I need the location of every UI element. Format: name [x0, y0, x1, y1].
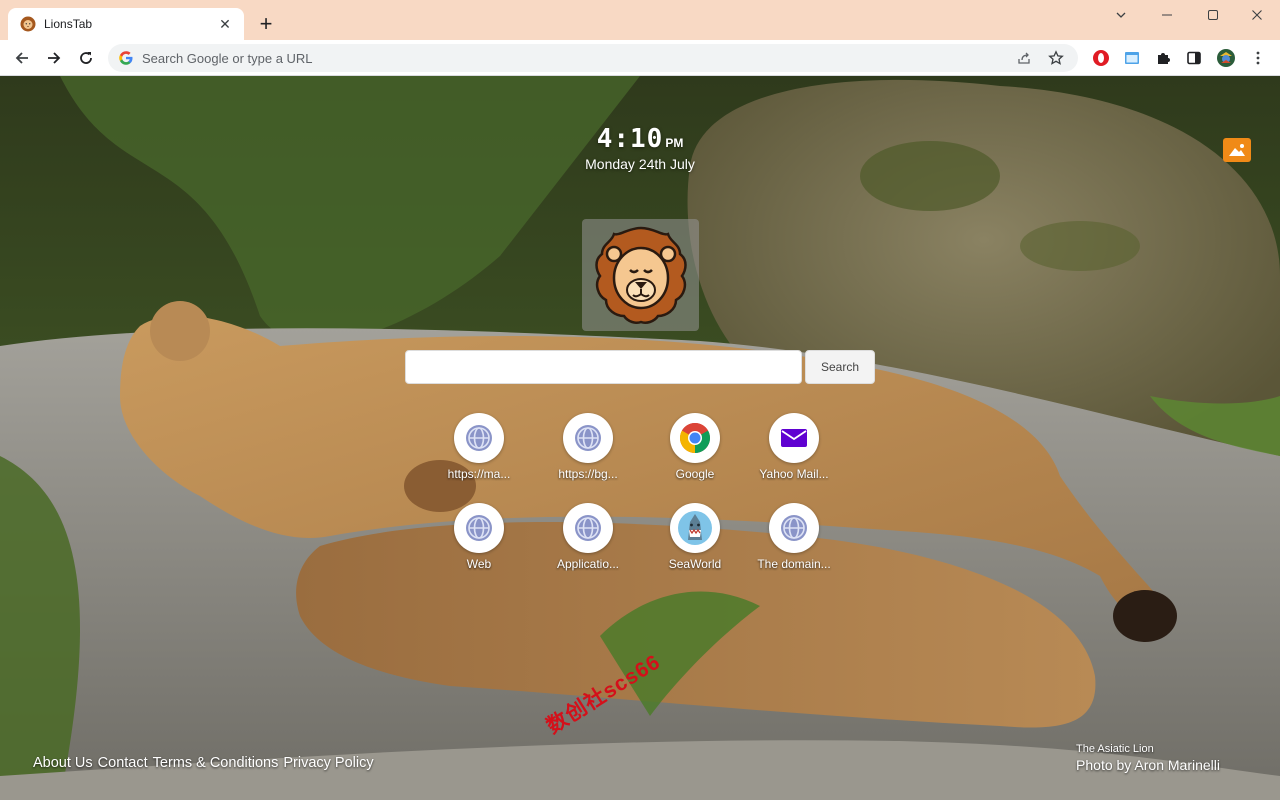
- url-input[interactable]: [142, 50, 1004, 66]
- tab-title: LionsTab: [44, 17, 93, 31]
- search-button[interactable]: Search: [805, 350, 875, 384]
- tile-label: The domain...: [757, 557, 831, 571]
- photo-author: Photo by Aron Marinelli: [1076, 757, 1220, 773]
- bookmark-star-icon[interactable]: [1044, 46, 1068, 70]
- more-menu-icon[interactable]: [1246, 46, 1270, 70]
- tile-label: https://bg...: [558, 467, 618, 481]
- background-image-icon[interactable]: [1223, 138, 1251, 162]
- window-extension-icon[interactable]: [1120, 46, 1144, 70]
- search-input[interactable]: [405, 350, 802, 384]
- minimize-icon[interactable]: [1144, 4, 1190, 26]
- shortcut-tile[interactable]: https://ma...: [434, 413, 524, 497]
- globe-icon: [454, 413, 504, 463]
- close-window-icon[interactable]: [1234, 4, 1280, 26]
- tab-search-icon[interactable]: [1098, 4, 1144, 26]
- shortcut-tile[interactable]: Yahoo Mail...: [749, 413, 839, 497]
- lion-favicon-icon: [20, 16, 36, 32]
- lionstab-logo: [582, 219, 699, 331]
- clock-widget: 4:10 PM Monday 24th July: [540, 124, 740, 172]
- reload-icon[interactable]: [72, 44, 100, 72]
- address-bar[interactable]: [108, 44, 1078, 72]
- extensions-puzzle-icon[interactable]: [1151, 46, 1175, 70]
- footer-links: About Us Contact Terms & Conditions Priv…: [33, 755, 374, 771]
- globe-icon: [454, 503, 504, 553]
- clock-ampm: PM: [665, 136, 684, 150]
- shark-icon: [670, 503, 720, 553]
- tile-label: Applicatio...: [556, 557, 620, 571]
- lion-background-photo: [0, 76, 1280, 800]
- title-bar: LionsTab ✕ +: [0, 0, 1280, 40]
- globe-icon: [563, 413, 613, 463]
- tile-label: https://ma...: [447, 467, 511, 481]
- share-icon[interactable]: [1012, 46, 1036, 70]
- browser-toolbar: [0, 40, 1280, 76]
- photo-credit: The Asiatic Lion Photo by Aron Marinelli: [1076, 743, 1220, 773]
- shortcut-tile[interactable]: The domain...: [749, 503, 839, 587]
- tile-label: Yahoo Mail...: [759, 467, 829, 481]
- back-arrow-icon[interactable]: [8, 44, 36, 72]
- clock-time: 4:10: [596, 124, 664, 154]
- new-tab-button[interactable]: +: [254, 12, 278, 36]
- shortcut-tile[interactable]: Applicatio...: [543, 503, 633, 587]
- new-tab-page: 4:10 PM Monday 24th July Search https://m…: [0, 76, 1280, 800]
- side-panel-icon[interactable]: [1182, 46, 1206, 70]
- shortcut-tile[interactable]: Web: [434, 503, 524, 587]
- google-g-icon: [118, 50, 134, 66]
- contact-link[interactable]: Contact: [98, 755, 148, 771]
- profile-avatar-icon[interactable]: [1214, 46, 1238, 70]
- terms-link[interactable]: Terms & Conditions: [153, 755, 279, 771]
- tile-label: SeaWorld: [668, 557, 722, 571]
- lion-logo-icon: [594, 226, 687, 324]
- shortcut-tile[interactable]: https://bg...: [543, 413, 633, 497]
- shortcut-tile[interactable]: SeaWorld: [650, 503, 740, 587]
- privacy-policy-link[interactable]: Privacy Policy: [283, 755, 373, 771]
- clock-date: Monday 24th July: [585, 156, 695, 172]
- maximize-icon[interactable]: [1190, 4, 1236, 26]
- mail-icon: [769, 413, 819, 463]
- close-tab-icon[interactable]: ✕: [216, 15, 234, 33]
- globe-icon: [769, 503, 819, 553]
- browser-tab[interactable]: LionsTab ✕: [8, 8, 244, 40]
- tile-label: Google: [675, 467, 715, 481]
- shortcut-tile[interactable]: Google: [650, 413, 740, 497]
- photo-title: The Asiatic Lion: [1076, 743, 1154, 755]
- chrome-icon: [670, 413, 720, 463]
- forward-arrow-icon[interactable]: [40, 44, 68, 72]
- globe-icon: [563, 503, 613, 553]
- about-us-link[interactable]: About Us: [33, 755, 93, 771]
- tile-label: Web: [466, 557, 492, 571]
- opera-extension-icon[interactable]: [1089, 46, 1113, 70]
